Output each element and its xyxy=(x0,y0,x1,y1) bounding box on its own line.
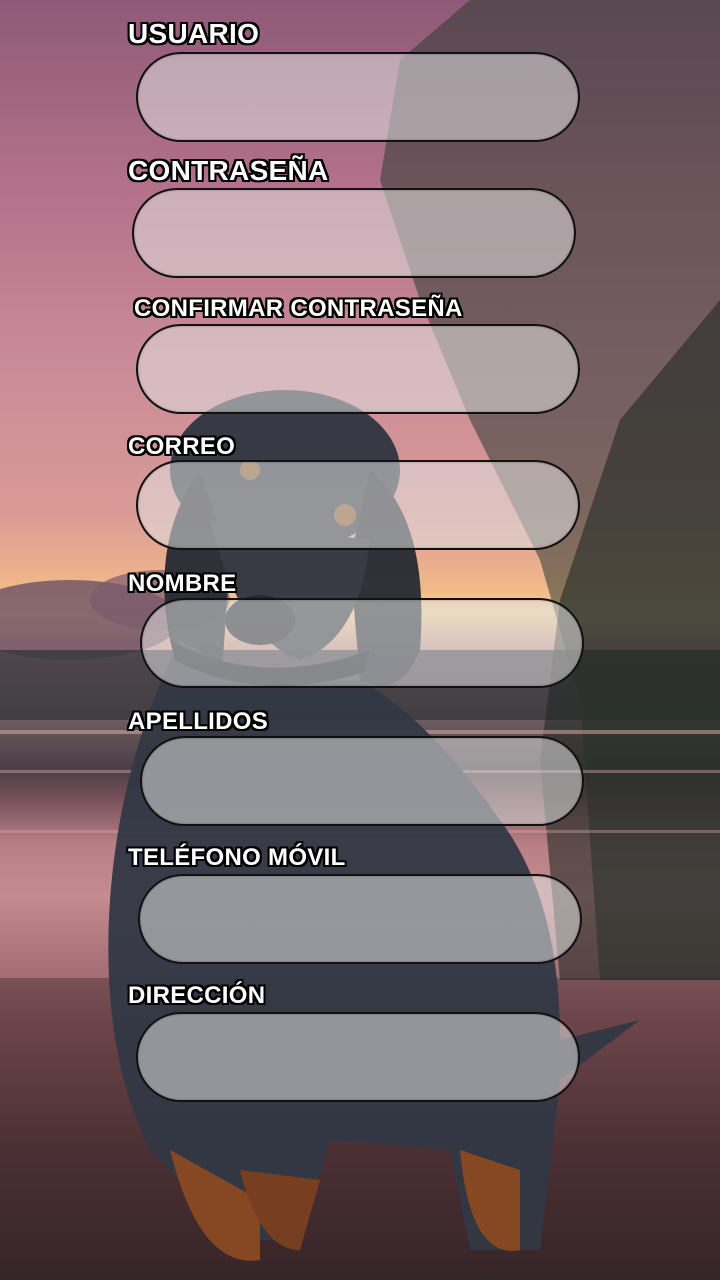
label-apellidos: APELLIDOS xyxy=(128,708,269,735)
direccion-input[interactable] xyxy=(136,1012,580,1102)
label-nombre: NOMBRE xyxy=(128,570,237,597)
apellidos-input[interactable] xyxy=(140,736,584,826)
confirmar-contrasena-input[interactable] xyxy=(136,324,580,414)
label-telefono-movil: TELÉFONO MÓVIL xyxy=(128,844,346,871)
label-usuario: USUARIO xyxy=(128,18,260,49)
telefono-movil-input[interactable] xyxy=(138,874,582,964)
nombre-input[interactable] xyxy=(140,598,584,688)
label-contrasena: CONTRASEÑA xyxy=(128,155,329,186)
contrasena-input[interactable] xyxy=(132,188,576,278)
usuario-input[interactable] xyxy=(136,52,580,142)
correo-input[interactable] xyxy=(136,460,580,550)
label-direccion: DIRECCIÓN xyxy=(128,982,266,1009)
label-correo: CORREO xyxy=(128,433,236,460)
label-confirmar-contrasena: CONFIRMAR CONTRASEÑA xyxy=(134,295,463,322)
